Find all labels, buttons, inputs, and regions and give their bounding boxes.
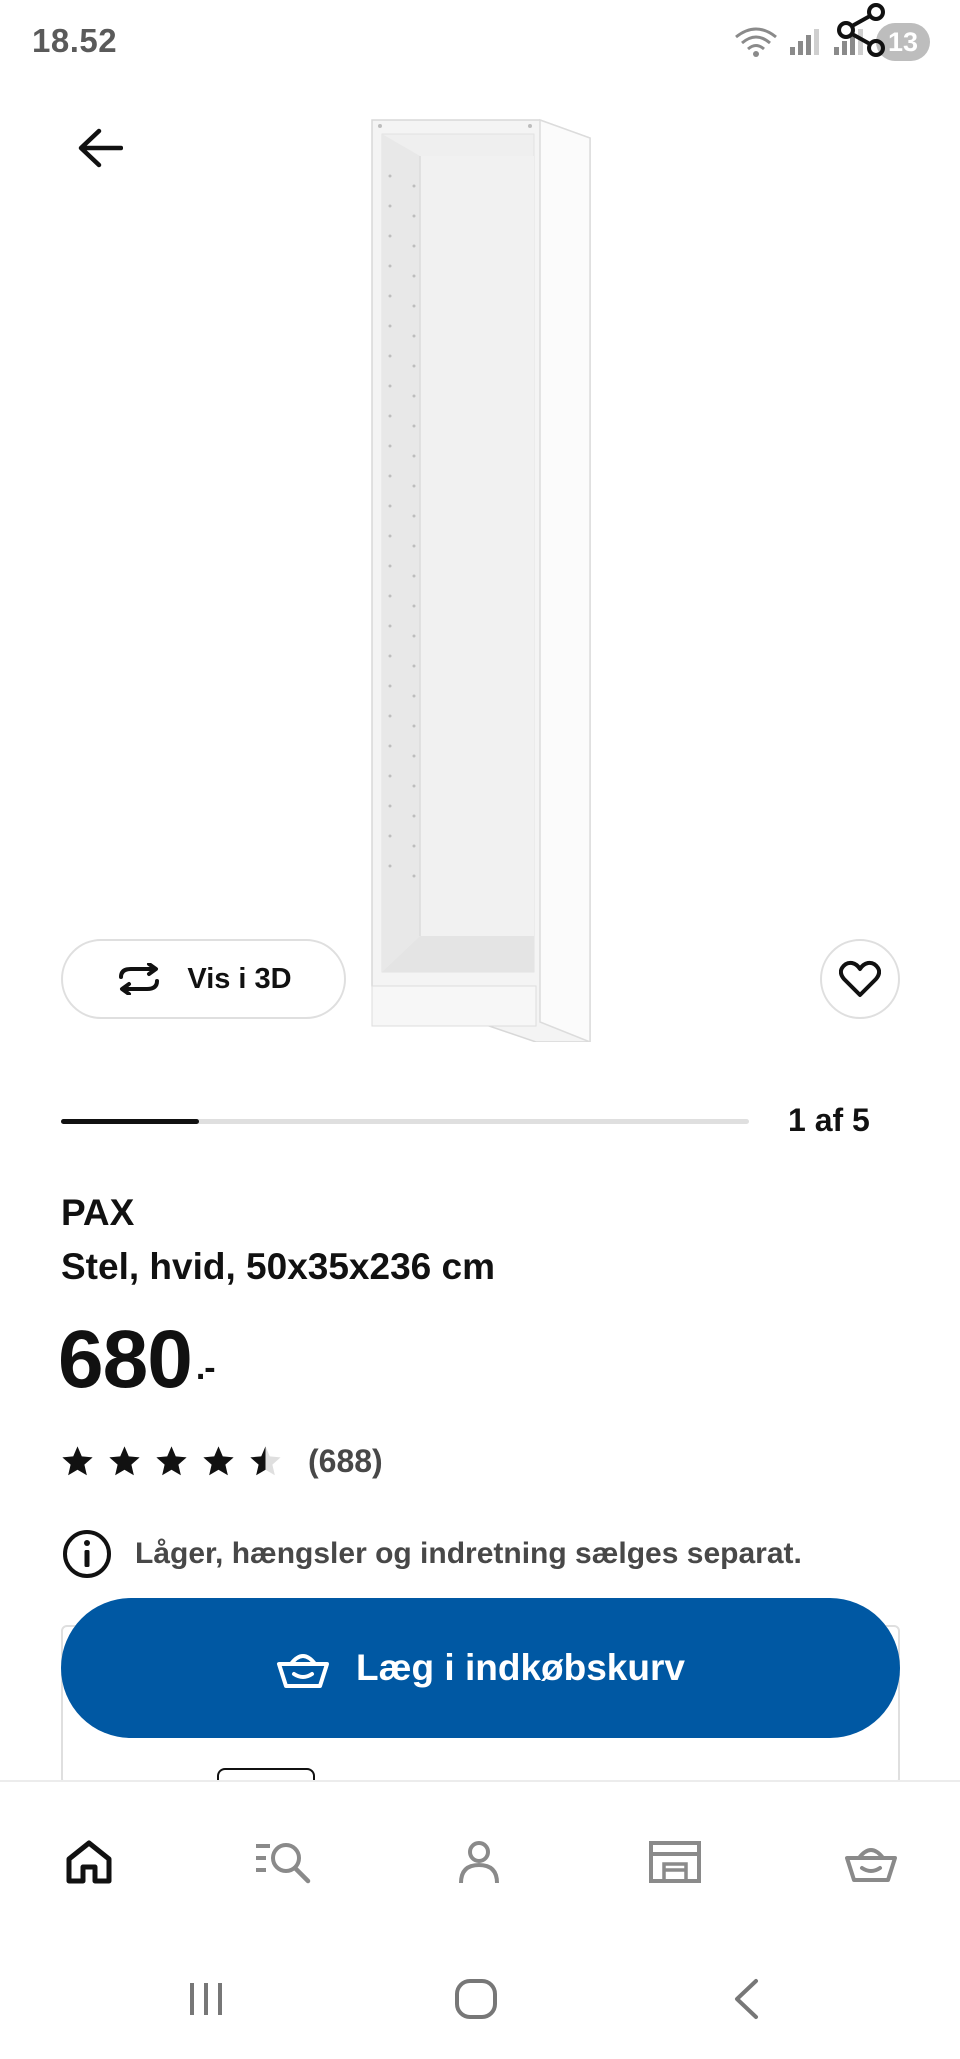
nav-search[interactable] xyxy=(248,1827,318,1897)
product-page: 18.52 13 Vis i 3D 1 af 5 PAX Stel, hvid,… xyxy=(0,0,960,2059)
variant-thumb[interactable] xyxy=(217,1768,315,1780)
home-button[interactable] xyxy=(436,1964,516,2034)
nav-cart[interactable] xyxy=(836,1827,906,1897)
star-full-icon xyxy=(156,1446,187,1476)
star-full-icon xyxy=(62,1446,93,1476)
heart-icon xyxy=(839,960,881,997)
product-image xyxy=(371,118,591,1042)
recent-apps-icon xyxy=(190,1983,222,2015)
person-icon xyxy=(459,1841,499,1884)
status-time: 18.52 xyxy=(32,22,118,59)
star-half-icon xyxy=(250,1446,281,1476)
search-list-icon xyxy=(256,1843,311,1884)
info-notice-text: Låger, hængsler og indretning sælges sep… xyxy=(135,1537,802,1570)
home-circle-icon xyxy=(455,1979,497,2019)
favourite-button[interactable] xyxy=(820,939,900,1019)
star-full-icon xyxy=(109,1446,140,1476)
review-count[interactable]: (688) xyxy=(308,1443,383,1480)
basket-icon xyxy=(845,1848,897,1882)
info-icon xyxy=(63,1530,111,1578)
price-value: 680 xyxy=(58,1314,193,1405)
price-suffix: .- xyxy=(195,1349,216,1387)
status-bar: 18.52 13 xyxy=(0,0,960,90)
product-description: Stel, hvid, 50x35x236 cm xyxy=(61,1246,495,1287)
rotate-3d-icon xyxy=(119,963,160,995)
bottom-navigation xyxy=(0,1780,960,1940)
home-icon xyxy=(66,1840,112,1884)
gallery-position-label: 1 af 5 xyxy=(788,1102,870,1138)
back-chevron-icon xyxy=(735,1979,758,2019)
product-gallery[interactable]: Vis i 3D xyxy=(0,3,960,1050)
nav-home[interactable] xyxy=(54,1827,124,1897)
recent-apps-button[interactable] xyxy=(166,1964,246,2034)
rating[interactable]: (688) xyxy=(61,1443,383,1480)
product-name: PAX xyxy=(61,1192,135,1233)
share-icon[interactable] xyxy=(832,0,892,60)
gallery-progress-fill xyxy=(61,1119,199,1124)
wifi-icon xyxy=(735,27,777,57)
basket-icon xyxy=(277,1654,330,1688)
gallery-progress-bar xyxy=(61,1119,749,1124)
star-full-icon xyxy=(203,1446,234,1476)
back-button[interactable] xyxy=(62,110,138,186)
arrow-left-icon xyxy=(78,128,123,168)
system-navigation-bar xyxy=(0,1940,960,2059)
add-to-cart-label: Læg i indkøbskurv xyxy=(356,1647,685,1688)
system-back-button[interactable] xyxy=(706,1964,786,2034)
view-3d-button[interactable]: Vis i 3D xyxy=(61,939,346,1019)
product-price: 680 .- xyxy=(58,1310,216,1410)
nav-profile[interactable] xyxy=(444,1827,514,1897)
nav-store[interactable] xyxy=(640,1827,710,1897)
rating-stars xyxy=(61,1445,282,1478)
view-3d-label: Vis i 3D xyxy=(187,962,292,995)
info-notice: Låger, hængsler og indretning sælges sep… xyxy=(61,1528,802,1580)
store-icon xyxy=(649,1841,701,1883)
add-to-cart-button[interactable]: Læg i indkøbskurv xyxy=(61,1598,900,1738)
signal-icon xyxy=(790,29,819,55)
